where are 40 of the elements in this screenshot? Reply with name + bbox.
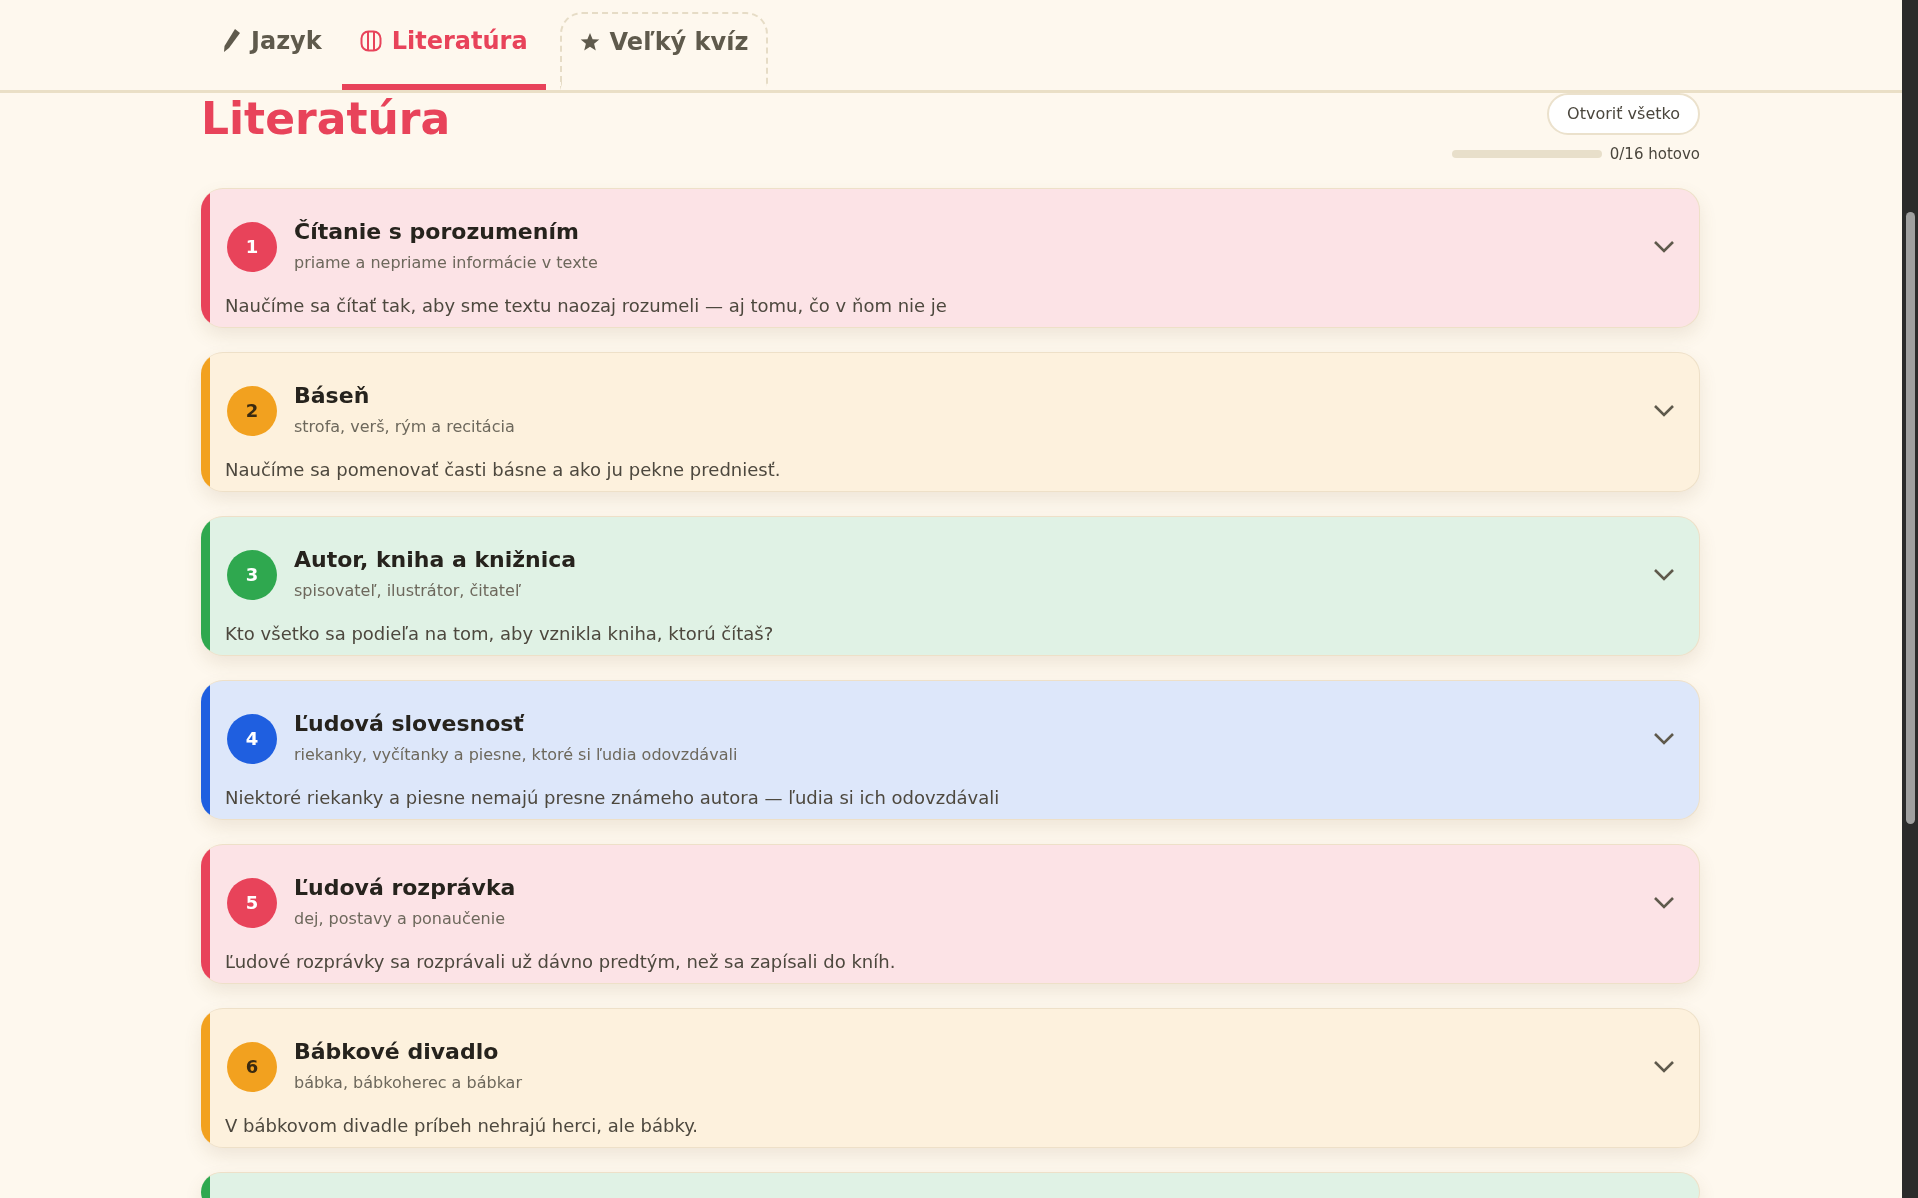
- lesson-subtitle: strofa, verš, rým a recitácia: [294, 415, 516, 438]
- lesson-description: Niektoré riekanky a piesne nemajú presne známeho autora — ľudia si ich odovzdávali: [224, 786, 1001, 809]
- lesson-card[interactable]: 5 Ľudová rozprávka dej, postavy a ponaučenie Ľudové rozprávky sa rozprávali už dávno predtým, než sa zapísali do kníh.: [201, 843, 1700, 984]
- lesson-subtitle: priame a nepriame informácie v texte: [294, 251, 599, 274]
- lesson-title: Báseň: [294, 382, 371, 409]
- scrollbar[interactable]: [1902, 0, 1918, 1198]
- lesson-title: Ľudová slovesnosť: [294, 710, 526, 737]
- lesson-title: Bábkové divadlo: [294, 1038, 500, 1065]
- lesson-title: Ľudová rozprávka: [294, 874, 517, 901]
- lesson-number: 1: [227, 221, 277, 272]
- lesson-number: 6: [227, 1041, 277, 1092]
- pencil-icon: [223, 28, 241, 54]
- lesson-card[interactable]: 4 Ľudová slovesnosť riekanky, vyčítanky a piesne, ktoré si ľudia odovzdávali Niektoré riekanky a piesne nemajú presne známeho autora — ľudia si ich odovzdávali: [201, 679, 1700, 820]
- lesson-subtitle: spisovateľ, ilustrátor, čitateľ: [294, 579, 522, 602]
- lesson-description: Kto všetko sa podieľa na tom, aby vznikla kniha, ktorú čítaš?: [224, 622, 775, 645]
- lesson-number: 2: [227, 385, 277, 436]
- progress-text: 0/16 hotovo: [1609, 144, 1700, 165]
- lesson-description: Ľudové rozprávky sa rozprávali už dávno predtým, než sa zapísali do kníh.: [224, 950, 897, 973]
- tab[interactable]: Jazyk: [205, 12, 340, 90]
- lesson-title: Čítanie s porozumením: [294, 218, 580, 245]
- lesson-number: 3: [227, 549, 277, 600]
- lesson-subtitle: bábka, bábkoherec a bábkar: [294, 1071, 523, 1094]
- lesson-description: Naučíme sa pomenovať časti básne a ako ju pekne predniesť.: [224, 458, 782, 481]
- tab[interactable]: Veľký kvíz: [559, 12, 769, 90]
- star-icon: [579, 32, 600, 52]
- lesson-title: Autor, kniha a knižnica: [294, 546, 578, 573]
- open-all-button[interactable]: Otvoriť všetko: [1547, 93, 1700, 135]
- lesson-card[interactable]: 2 Báseň strofa, verš, rým a recitácia Naučíme sa pomenovať časti básne a ako ju pekne predniesť.: [201, 351, 1700, 492]
- book-icon: [359, 30, 382, 52]
- lesson-subtitle: dej, postavy a ponaučenie: [294, 907, 506, 930]
- lesson-card[interactable]: 6 Bábkové divadlo bábka, bábkoherec a bábkar V bábkovom divadle príbeh nehrajú herci, ale bábky.: [201, 1007, 1700, 1148]
- lesson-description: V bábkovom divadle príbeh nehrajú herci, ale bábky.: [224, 1114, 699, 1137]
- lesson-subtitle: riekanky, vyčítanky a piesne, ktoré si ľudia odovzdávali: [294, 743, 739, 766]
- lesson-description: Naučíme sa čítať tak, aby sme textu naozaj rozumeli — aj tomu, čo v ňom nie je: [224, 294, 948, 317]
- lesson-number: 4: [227, 713, 277, 764]
- lesson-card[interactable]: 1 Čítanie s porozumením priame a nepriame informácie v texte Naučíme sa čítať tak, aby sme textu naozaj rozumeli — aj tomu, čo v ňom nie je: [201, 187, 1700, 328]
- lesson-number: 5: [227, 877, 277, 928]
- page-title: Literatúra: [201, 93, 451, 141]
- tab[interactable]: Literatúra: [341, 12, 546, 90]
- lesson-card[interactable]: 3 Autor, kniha a knižnica spisovateľ, ilustrátor, čitateľ Kto všetko sa podieľa na tom, aby vznikla kniha, ktorú čítaš?: [201, 515, 1700, 656]
